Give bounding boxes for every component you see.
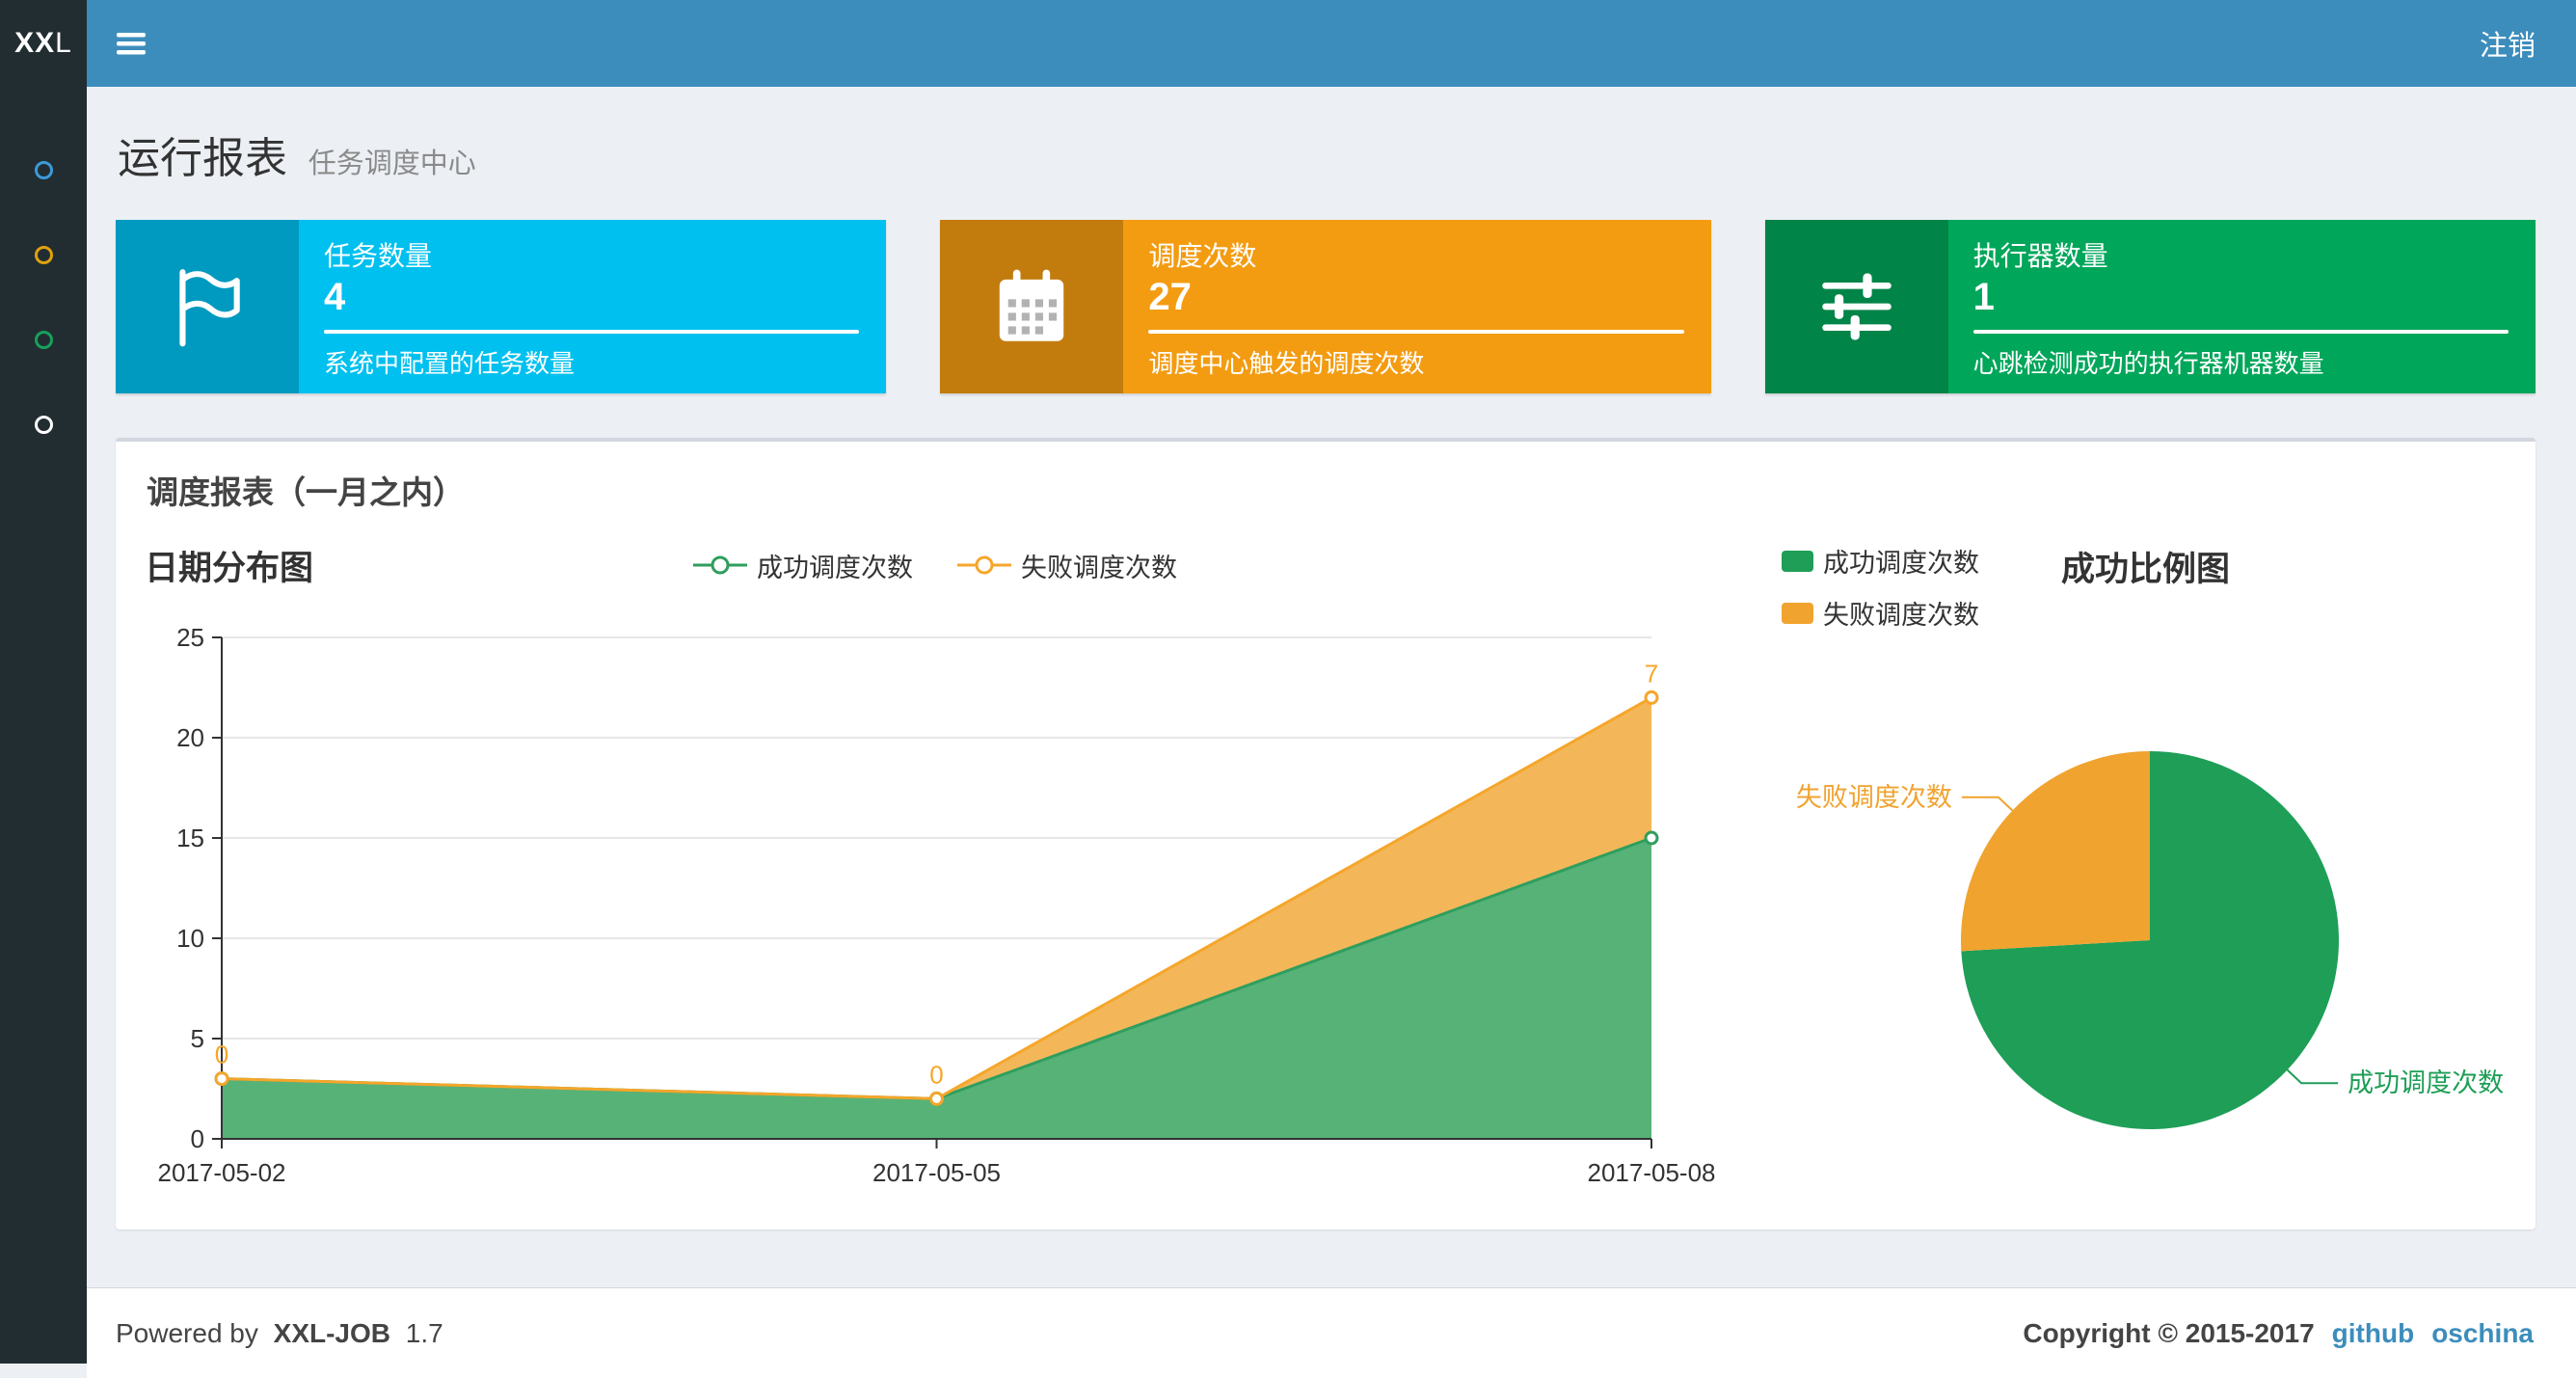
footer-copyright-area: Copyright © 2015-2017 github oschina (2023, 1318, 2534, 1349)
info-box-label: 执行器数量 (1972, 241, 2108, 271)
info-box-description: 系统中配置的任务数量 (324, 349, 576, 378)
success-ratio-chart: 成功调度次数 失败调度次数 成功比例图 成功调度次数 失败调度次数 (1726, 534, 2516, 1201)
info-box-value: 4 (324, 276, 346, 318)
body-row: 运行报表 任务调度中心 任务数量 4 系统中配置的任务数量 调度次数 27 调度… (0, 87, 2576, 1378)
main-column: 运行报表 任务调度中心 任务数量 4 系统中配置的任务数量 调度次数 27 调度… (87, 87, 2576, 1378)
logo-text-bold: XX (14, 27, 56, 59)
svg-text:0: 0 (929, 1060, 943, 1089)
circle-icon (34, 245, 53, 264)
svg-text:失败调度次数: 失败调度次数 (1796, 783, 1952, 812)
svg-text:2017-05-08: 2017-05-08 (1588, 1158, 1716, 1187)
page-title: 运行报表 (118, 135, 287, 182)
line-series-marker-icon (693, 555, 747, 575)
progress-line (324, 330, 860, 334)
sidebar-item-1[interactable] (0, 127, 87, 212)
pie-series-swatch-icon (1782, 550, 1813, 572)
info-box-value: 1 (1972, 276, 1995, 318)
info-box-jobs: 任务数量 4 系统中配置的任务数量 (116, 220, 887, 393)
report-panel: 调度报表（一月之内） 日期分布图 成功调度次数 失败调度次数 0 5 10 15 20 25… (116, 438, 2536, 1229)
info-box-label: 任务数量 (324, 241, 433, 271)
line-chart-header: 日期分布图 成功调度次数 失败调度次数 (145, 534, 1726, 596)
info-box-value: 27 (1148, 276, 1192, 318)
info-box-triggers: 调度次数 27 调度中心触发的调度次数 (940, 220, 1711, 393)
info-box-content: 执行器数量 1 心跳检测成功的执行器机器数量 (1948, 220, 2536, 393)
legend-label: 成功调度次数 (1823, 549, 1979, 578)
app-root: XX L 注销 运行报表 任务调度中心 任务数量 4 系统中配置的任务数量 调度… (0, 0, 2576, 1378)
info-box-icon-area (116, 220, 299, 393)
sidebar (0, 87, 87, 1364)
oschina-link[interactable]: oschina (2431, 1318, 2534, 1349)
info-box-description: 心跳检测成功的执行器机器数量 (1972, 349, 2324, 378)
legend-item[interactable]: 成功调度次数 (693, 547, 913, 584)
svg-text:2017-05-05: 2017-05-05 (872, 1158, 1001, 1187)
logo-text-light: L (55, 27, 72, 59)
legend-label: 失败调度次数 (1823, 601, 1979, 630)
date-distribution-chart: 日期分布图 成功调度次数 失败调度次数 0 5 10 15 20 25 2017-05-02 2… (145, 534, 1726, 1201)
svg-text:5: 5 (191, 1024, 204, 1053)
svg-text:10: 10 (176, 924, 204, 953)
sliders-icon (1821, 273, 1892, 340)
info-box-label: 调度次数 (1148, 241, 1257, 271)
info-box-content: 调度次数 27 调度中心触发的调度次数 (1123, 220, 1710, 393)
svg-text:20: 20 (176, 723, 204, 752)
circle-icon (34, 160, 53, 179)
circle-icon (34, 330, 53, 349)
content-area: 运行报表 任务调度中心 任务数量 4 系统中配置的任务数量 调度次数 27 调度… (87, 87, 2576, 1287)
github-link[interactable]: github (2332, 1318, 2415, 1349)
info-box-description: 调度中心触发的调度次数 (1148, 349, 1425, 378)
sidebar-toggle-button[interactable] (87, 0, 175, 87)
hamburger-icon (117, 33, 146, 55)
progress-line (1972, 330, 2509, 334)
sidebar-item-2[interactable] (0, 212, 87, 297)
info-box-row: 任务数量 4 系统中配置的任务数量 调度次数 27 调度中心触发的调度次数 执行… (116, 220, 2536, 393)
legend-item[interactable]: 失败调度次数 (957, 547, 1177, 584)
powered-prefix: Powered by (116, 1317, 258, 1348)
legend-item[interactable]: 成功调度次数 (1782, 542, 1979, 580)
footer-powered: Powered by XXL-JOB 1.7 (116, 1318, 443, 1349)
sidebar-item-4[interactable] (0, 382, 87, 467)
product-version: 1.7 (405, 1317, 443, 1348)
legend-label: 成功调度次数 (757, 553, 913, 582)
circle-icon (34, 415, 53, 434)
info-box-icon-area (1764, 220, 1948, 393)
page-subtitle: 任务调度中心 (308, 149, 476, 179)
sidebar-item-3[interactable] (0, 297, 87, 382)
svg-text:0: 0 (191, 1124, 204, 1153)
page-header: 运行报表 任务调度中心 (118, 123, 2536, 185)
svg-text:15: 15 (176, 824, 204, 852)
panel-title: 调度报表（一月之内） (147, 474, 465, 510)
info-box-icon-area (940, 220, 1124, 393)
progress-line (1148, 330, 1684, 334)
svg-text:25: 25 (176, 623, 204, 652)
product-name: XXL-JOB (273, 1317, 391, 1348)
logout-link[interactable]: 注销 (2439, 0, 2576, 87)
pie-chart-title: 成功比例图 (2061, 551, 2231, 588)
svg-text:7: 7 (1645, 659, 1658, 688)
calendar-icon (1000, 269, 1064, 341)
svg-text:2017-05-02: 2017-05-02 (158, 1158, 286, 1187)
legend-label: 失败调度次数 (1021, 553, 1177, 582)
copyright-text: Copyright © 2015-2017 (2023, 1317, 2315, 1348)
charts-row: 日期分布图 成功调度次数 失败调度次数 0 5 10 15 20 25 2017-05-02 2… (116, 523, 2536, 1229)
line-series-marker-icon (957, 555, 1011, 575)
top-navbar: XX L 注销 (0, 0, 2576, 87)
svg-text:0: 0 (215, 1040, 228, 1069)
flag-icon (179, 269, 240, 347)
legend-item[interactable]: 失败调度次数 (1782, 594, 1979, 632)
svg-text:成功调度次数: 成功调度次数 (2348, 1068, 2504, 1097)
line-chart-legend: 成功调度次数 失败调度次数 (145, 547, 1726, 584)
info-box-content: 任务数量 4 系统中配置的任务数量 (299, 220, 886, 393)
footer: Powered by XXL-JOB 1.7 Copyright © 2015-… (87, 1287, 2576, 1378)
logo[interactable]: XX L (0, 0, 87, 87)
pie-series-swatch-icon (1782, 602, 1813, 624)
area-line-chart: 05101520252017-05-02 2017-05-05 2017-05-08… (158, 623, 1716, 1187)
pie-chart-legend: 成功调度次数 失败调度次数 (1782, 542, 1979, 632)
info-box-executors: 执行器数量 1 心跳检测成功的执行器机器数量 (1764, 220, 2536, 393)
